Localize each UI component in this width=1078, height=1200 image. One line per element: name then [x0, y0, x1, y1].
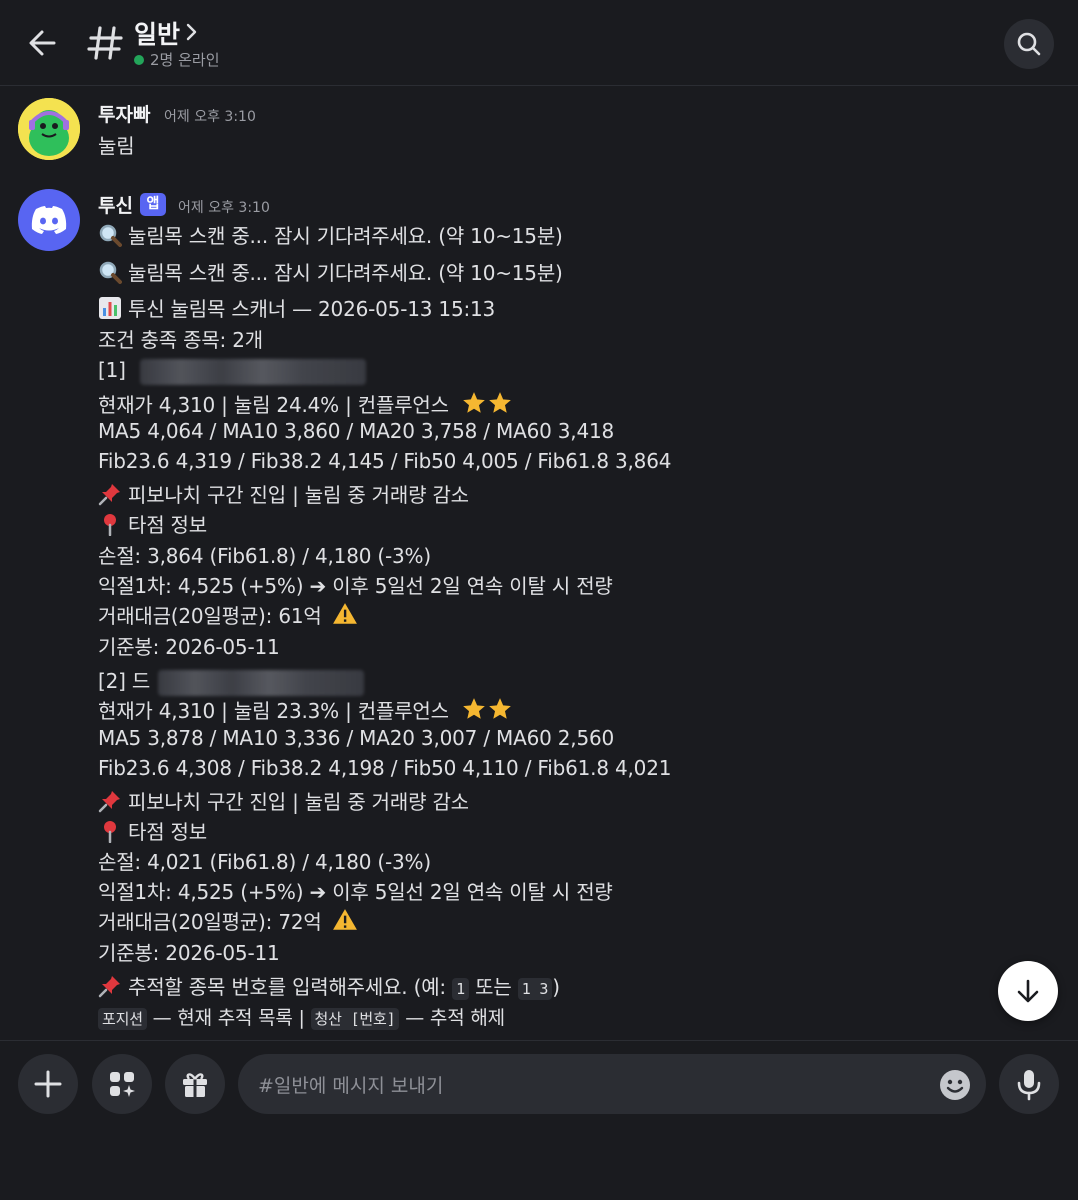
- warning-icon: [332, 601, 358, 632]
- tracking-prompt: 추적할 종목 번호를 입력해주세요. (예:: [128, 975, 446, 999]
- message-line: 타점 정보: [98, 816, 207, 848]
- stock-item-header: [2] 드: [98, 665, 365, 696]
- moving-average-line: MA5 3,878 / MA10 3,336 / MA20 3,007 / MA…: [98, 726, 615, 750]
- stock-item-index: [2] 드: [98, 669, 151, 693]
- inline-code: 청산 [번호]: [310, 1008, 400, 1030]
- message-line: 투신 눌림목 스캐너 — 2026-05-13 15:13: [98, 293, 495, 325]
- base-candle-line: 기준봉: 2026-05-11: [98, 635, 280, 659]
- entry-info-label: 타점 정보: [128, 513, 207, 537]
- message-line: 포지션 — 현재 추적 목록 | 청산 [번호] — 추적 해제: [98, 1003, 505, 1030]
- message-username[interactable]: 투신: [98, 191, 133, 218]
- search-button[interactable]: [1004, 19, 1054, 69]
- online-status: 2명 온라인: [134, 49, 220, 70]
- emoji-picker-button[interactable]: [938, 1068, 972, 1102]
- message-line: 눌림목 스캔 중... 잠시 기다려주세요. (약 10~15분): [98, 220, 563, 252]
- back-arrow-icon[interactable]: [22, 22, 64, 64]
- smile-icon: [940, 1070, 970, 1100]
- take-profit-line: 익절1차: 4,525 (+5%) ➔ 이후 5일선 2일 연속 이탈 시 전량: [98, 880, 613, 904]
- scan-status-text: 눌림목 스캔 중... 잠시 기다려주세요. (약 10~15분): [128, 261, 563, 285]
- zone-status: 피보나치 구간 진입 | 눌림 중 거래량 감소: [128, 790, 469, 814]
- inline-code: 1 3: [517, 978, 553, 1000]
- zone-status: 피보나치 구간 진입 | 눌림 중 거래량 감소: [128, 483, 469, 507]
- sparkle-apps-icon: [110, 1072, 135, 1097]
- warning-icon: [332, 907, 358, 938]
- message-line: 현재가 4,310 | 눌림 23.3% | 컨플루언스: [98, 695, 513, 727]
- redacted-stock-name: [158, 669, 365, 696]
- bar-chart-emoji-icon: [98, 296, 122, 325]
- chevron-right-icon[interactable]: [184, 21, 200, 43]
- message-input[interactable]: #일반에 메시지 보내기: [238, 1054, 986, 1114]
- search-icon: [1017, 32, 1041, 56]
- gift-button[interactable]: [165, 1054, 225, 1114]
- magnifier-emoji-icon: [98, 223, 122, 252]
- base-candle-line: 기준봉: 2026-05-11: [98, 941, 280, 965]
- prompt-close: ): [552, 975, 560, 999]
- pushpin-icon: [98, 482, 122, 511]
- fibonacci-line: Fib23.6 4,319 / Fib38.2 4,145 / Fib50 4,…: [98, 449, 672, 473]
- star-icon: [461, 696, 487, 727]
- stop-loss-line: 손절: 3,864 (Fib61.8) / 4,180 (-3%): [98, 544, 431, 568]
- message-username[interactable]: 투자빠: [98, 100, 150, 127]
- star-icon: [461, 390, 487, 421]
- trading-volume-line: 거래대금(20일평균): 72억: [98, 910, 322, 934]
- plus-icon: [34, 1070, 62, 1098]
- message-line: 거래대금(20일평균): 61억: [98, 600, 364, 632]
- star-icon: [487, 390, 513, 421]
- stock-price-line: 현재가 4,310 | 눌림 24.4% | 컨플루언스: [98, 393, 449, 417]
- stop-loss-line: 손절: 4,021 (Fib61.8) / 4,180 (-3%): [98, 850, 431, 874]
- message-text: 눌림: [98, 134, 135, 158]
- inline-code: 포지션: [98, 1008, 147, 1030]
- message-line: 타점 정보: [98, 509, 207, 541]
- add-button[interactable]: [18, 1054, 78, 1114]
- arrow-down-icon: [1017, 979, 1039, 1003]
- channel-title[interactable]: 일반: [134, 15, 180, 51]
- avatar[interactable]: [18, 98, 80, 160]
- online-dot-icon: [134, 54, 144, 65]
- prompt-connector: 또는: [475, 975, 512, 999]
- online-count: 2명 온라인: [150, 51, 220, 69]
- scan-status-text: 눌림목 스캔 중... 잠시 기다려주세요. (약 10~15분): [128, 224, 563, 248]
- footer-text: — 추적 해제: [405, 1007, 505, 1029]
- message-line: 추적할 종목 번호를 입력해주세요. (예: 1 또는 1 3): [98, 971, 560, 1003]
- gift-icon: [183, 1073, 207, 1097]
- round-pushpin-icon: [98, 512, 122, 541]
- message-line: 피보나치 구간 진입 | 눌림 중 거래량 감소: [98, 479, 469, 511]
- footer-text: — 현재 추적 목록 |: [152, 1007, 305, 1029]
- apps-button[interactable]: [92, 1054, 152, 1114]
- moving-average-line: MA5 4,064 / MA10 3,860 / MA20 3,758 / MA…: [98, 419, 615, 443]
- inline-code: 1: [452, 978, 469, 1000]
- magnifier-emoji-icon: [98, 260, 122, 289]
- pushpin-icon: [98, 974, 122, 1003]
- message-input-placeholder: #일반에 메시지 보내기: [258, 1075, 444, 1097]
- discord-icon: [31, 206, 67, 234]
- microphone-icon: [1017, 1070, 1041, 1101]
- message-line: 피보나치 구간 진입 | 눌림 중 거래량 감소: [98, 786, 469, 818]
- trading-volume-line: 거래대금(20일평균): 61억: [98, 604, 322, 628]
- star-icon: [487, 696, 513, 727]
- scanner-title: 투신 눌림목 스캐너 — 2026-05-13 15:13: [128, 297, 496, 321]
- pushpin-icon: [98, 789, 122, 818]
- stock-price-line: 현재가 4,310 | 눌림 23.3% | 컨플루언스: [98, 699, 449, 723]
- fibonacci-line: Fib23.6 4,308 / Fib38.2 4,198 / Fib50 4,…: [98, 756, 672, 780]
- avatar[interactable]: [18, 189, 80, 251]
- message-timestamp: 어제 오후 3:10: [178, 200, 270, 216]
- message-timestamp: 어제 오후 3:10: [164, 109, 256, 125]
- stock-item-header: [1]: [98, 358, 366, 385]
- match-count: 조건 충족 종목: 2개: [98, 328, 263, 352]
- entry-info-label: 타점 정보: [128, 820, 207, 844]
- stock-item-index: [1]: [98, 358, 126, 382]
- message-line: 거래대금(20일평균): 72억: [98, 906, 364, 938]
- take-profit-line: 익절1차: 4,525 (+5%) ➔ 이후 5일선 2일 연속 이탈 시 전량: [98, 574, 613, 598]
- round-pushpin-icon: [98, 819, 122, 848]
- jump-to-latest-button[interactable]: [998, 961, 1058, 1021]
- message-line: 눌림목 스캔 중... 잠시 기다려주세요. (약 10~15분): [98, 257, 563, 289]
- channel-header: 일반 2명 온라인: [0, 0, 1078, 86]
- hash-icon: [86, 18, 126, 66]
- voice-message-button[interactable]: [999, 1054, 1059, 1114]
- message-line: 현재가 4,310 | 눌림 24.4% | 컨플루언스: [98, 389, 513, 421]
- redacted-stock-name: [139, 358, 366, 385]
- app-badge: 앱: [140, 193, 166, 216]
